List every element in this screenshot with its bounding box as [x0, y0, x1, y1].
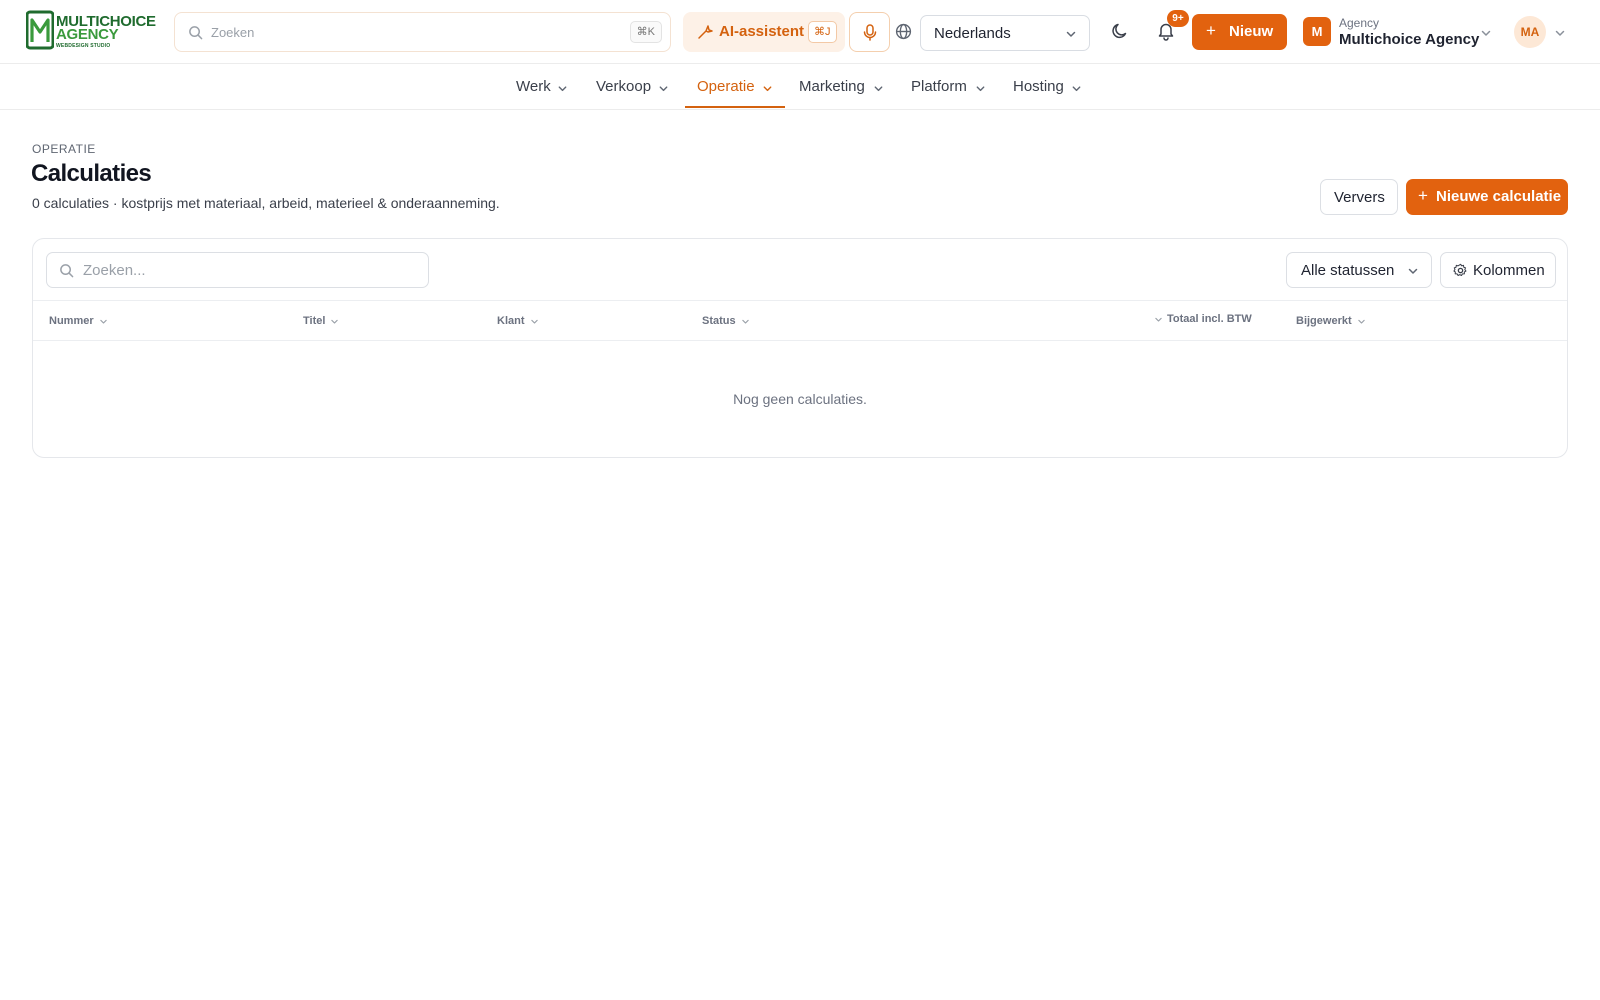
gear-icon: [1453, 263, 1467, 277]
chevron-down-icon: [874, 86, 883, 92]
organization-name[interactable]: Multichoice Agency: [1339, 31, 1479, 48]
chevron-down-icon: [1066, 31, 1076, 37]
table-search-placeholder: Zoeken...: [83, 262, 146, 279]
refresh-button[interactable]: Ververs: [1320, 179, 1398, 215]
page-title: Calculaties: [31, 160, 152, 187]
calculations-table-card: Zoeken... Alle statussen Kolommen Nummer…: [32, 238, 1568, 458]
sparkle-icon: [698, 25, 713, 39]
dark-mode-toggle-icon[interactable]: [1111, 22, 1129, 40]
nav-item-label: Platform: [911, 78, 967, 95]
plus-icon: +: [1418, 186, 1428, 205]
column-header-totaal[interactable]: Totaal incl. BTW: [1154, 313, 1252, 325]
plus-icon: +: [1206, 21, 1216, 40]
top-bar: MULTICHOICE AGENCY WEBDESIGN STUDIO Zoek…: [0, 0, 1600, 64]
column-header-klant[interactable]: Klant: [497, 315, 539, 327]
sort-chevron-icon: [99, 319, 107, 324]
nav-item-label: Werk: [516, 78, 551, 95]
logo-text-line3: WEBDESIGN STUDIO: [56, 43, 111, 49]
table-search-input[interactable]: Zoeken...: [46, 252, 429, 288]
new-button-label: Nieuw: [1229, 23, 1274, 40]
voice-input-button[interactable]: [849, 12, 890, 52]
search-icon: [189, 26, 203, 40]
ai-assistant-label: AI-assistent: [719, 23, 805, 40]
column-header-bijgewerkt[interactable]: Bijgewerkt: [1296, 315, 1366, 327]
page-subtitle: 0 calculaties · kostprijs met materiaal,…: [32, 195, 500, 211]
new-calculation-button[interactable]: + Nieuwe calculatie: [1406, 179, 1568, 215]
table-header: Nummer Titel Klant Status Totaal incl. B…: [33, 300, 1567, 341]
logo-text-line2: AGENCY: [56, 26, 119, 43]
chevron-down-icon[interactable]: [1554, 27, 1566, 39]
sort-chevron-icon: [331, 319, 339, 324]
chevron-down-icon: [1408, 268, 1418, 274]
sort-chevron-icon: [1155, 317, 1162, 322]
page-kicker: OPERATIE: [32, 142, 96, 156]
refresh-button-label: Ververs: [1334, 189, 1385, 206]
search-placeholder: Zoeken: [211, 25, 255, 40]
column-header-label: Status: [702, 315, 736, 327]
user-avatar[interactable]: MA: [1514, 16, 1546, 48]
nav-item-label: Verkoop: [596, 78, 652, 95]
notifications-count-badge: 9+: [1167, 10, 1189, 27]
new-button[interactable]: + Nieuw: [1192, 14, 1287, 50]
chevron-down-icon: [976, 86, 985, 92]
nav-item-label: Operatie: [697, 78, 755, 95]
active-nav-indicator: [685, 106, 785, 108]
status-filter-select[interactable]: Alle statussen: [1286, 252, 1432, 288]
ai-assistant-button[interactable]: AI-assistent ⌘J: [683, 12, 845, 52]
column-header-status[interactable]: Status: [702, 315, 750, 327]
globe-icon: [895, 23, 912, 40]
columns-button[interactable]: Kolommen: [1440, 252, 1556, 288]
sort-chevron-icon: [741, 319, 749, 324]
columns-button-label: Kolommen: [1473, 262, 1545, 279]
chevron-down-icon: [763, 86, 772, 92]
brand-logo[interactable]: MULTICHOICE AGENCY WEBDESIGN STUDIO: [26, 10, 158, 52]
ai-shortcut-hint: ⌘J: [808, 21, 837, 43]
organization-avatar[interactable]: M: [1303, 17, 1331, 46]
organization-type: Agency: [1339, 16, 1380, 30]
nav-item-label: Marketing: [799, 78, 865, 95]
sort-chevron-icon: [1357, 319, 1365, 324]
main-navigation: Werk Verkoop Operatie Marketing Platform…: [0, 64, 1600, 110]
language-select[interactable]: Nederlands: [920, 15, 1090, 51]
status-filter-value: Alle statussen: [1301, 262, 1395, 279]
search-shortcut-hint: ⌘K: [629, 21, 662, 43]
column-header-label: Titel: [303, 315, 326, 327]
search-icon: [60, 264, 74, 278]
column-header-label: Bijgewerkt: [1296, 315, 1352, 327]
global-search-input[interactable]: Zoeken ⌘K: [174, 12, 671, 52]
language-value: Nederlands: [934, 25, 1011, 42]
chevron-down-icon: [659, 86, 668, 92]
column-header-label: Klant: [497, 315, 525, 327]
empty-state-message: Nog geen calculaties.: [733, 391, 867, 407]
new-calculation-label: Nieuwe calculatie: [1436, 188, 1562, 205]
microphone-icon: [863, 24, 877, 41]
chevron-down-icon[interactable]: [1480, 27, 1492, 39]
column-header-nummer[interactable]: Nummer: [49, 315, 108, 327]
sort-chevron-icon: [530, 319, 538, 324]
chevron-down-icon: [558, 86, 567, 92]
column-header-label: Nummer: [49, 315, 94, 327]
logo-mark-icon: [26, 10, 54, 50]
nav-item-label: Hosting: [1013, 78, 1064, 95]
chevron-down-icon: [1072, 86, 1081, 92]
column-header-titel[interactable]: Titel: [303, 315, 339, 327]
column-header-label: Totaal incl. BTW: [1167, 313, 1252, 325]
